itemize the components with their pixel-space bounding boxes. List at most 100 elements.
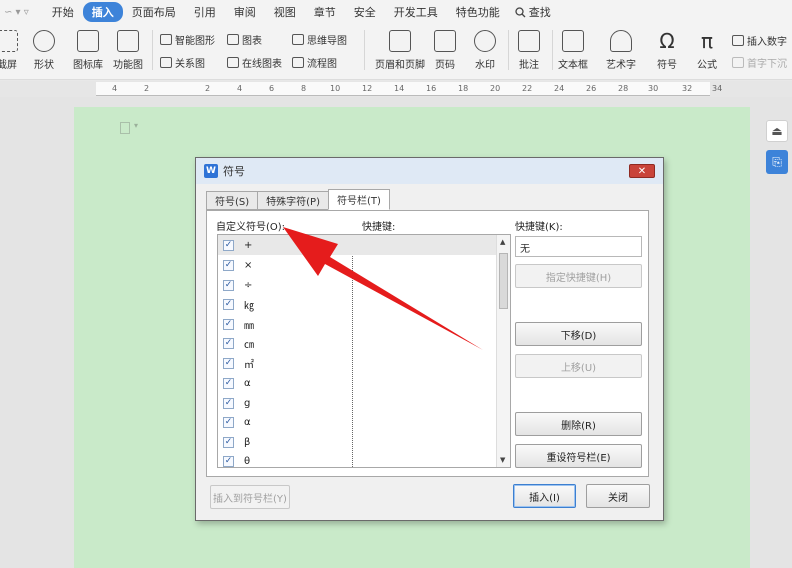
ruler-tick: 22 xyxy=(522,84,533,93)
menu-features[interactable]: 特色功能 xyxy=(447,4,509,20)
ruler-tick: 12 xyxy=(362,84,373,93)
menu-page-layout[interactable]: 页面布局 xyxy=(123,4,185,20)
shortcut-column-label: 快捷键: xyxy=(362,222,396,233)
list-item[interactable]: ✓ ㎜ xyxy=(218,314,497,334)
icon-library-button[interactable]: 图标库 xyxy=(73,30,103,71)
comment-button[interactable]: 批注 xyxy=(518,30,540,71)
shapes-icon xyxy=(33,30,55,52)
shortcut-field-label: 快捷键(K): xyxy=(515,222,563,233)
formula-button[interactable]: π 公式 xyxy=(696,30,718,71)
checkbox[interactable]: ✓ xyxy=(223,279,234,291)
list-item[interactable]: ✓ + xyxy=(218,235,497,255)
ruler-tick: 8 xyxy=(301,84,307,93)
menu-review[interactable]: 审阅 xyxy=(225,4,265,20)
insert-button[interactable]: 插入(I) xyxy=(513,484,576,508)
list-item[interactable]: ✓ ㎡ xyxy=(218,353,497,373)
ruler-tick: 18 xyxy=(458,84,469,93)
list-item[interactable]: ✓ ÷ xyxy=(218,275,497,295)
custom-symbols-list[interactable]: ✓ + ✓ × ✓ ÷ ✓ ㎏ ✓ ㎜ ✓ ㎝ ✓ ㎡ ✓ α ✓ g ✓ α ✓ β ✓ θ ▲ ▼ xyxy=(217,234,511,468)
checkbox[interactable]: ✓ xyxy=(223,436,234,448)
chevron-down-icon[interactable]: ▾ xyxy=(134,121,138,130)
menu-security[interactable]: 安全 xyxy=(345,4,385,20)
checkbox[interactable]: ✓ xyxy=(223,298,234,310)
list-item[interactable]: ✓ θ xyxy=(218,451,497,467)
dropcap-button[interactable]: 首字下沉 xyxy=(732,55,787,70)
reset-symbol-bar-button[interactable]: 重设符号栏(E) xyxy=(515,444,642,468)
list-item[interactable]: ✓ α xyxy=(218,373,497,393)
textbox-icon xyxy=(562,30,584,52)
watermark-button[interactable]: 水印 xyxy=(474,30,496,71)
checkbox[interactable]: ✓ xyxy=(223,337,234,349)
flowchart-button[interactable]: 流程图 xyxy=(292,55,337,70)
wordart-icon xyxy=(610,30,632,52)
shortcut-key-field[interactable]: 无 xyxy=(515,236,642,257)
horizontal-ruler[interactable]: 4 2 2 4 6 8 10 12 14 16 18 20 22 24 26 2… xyxy=(0,81,792,97)
menu-bar: ∽ ▾ ▿ 开始 插入 页面布局 引用 审阅 视图 章节 安全 开发工具 特色功… xyxy=(0,0,792,24)
move-up-button[interactable]: 上移(U) xyxy=(515,354,642,378)
checkbox[interactable]: ✓ xyxy=(223,397,234,409)
page-number-button[interactable]: 页码 xyxy=(434,30,456,71)
dialog-titlebar[interactable]: W 符号 ✕ xyxy=(196,158,663,184)
symbol-button[interactable]: Ω 符号 xyxy=(656,30,678,71)
close-button[interactable]: 关闭 xyxy=(586,484,650,508)
dialog-tabs: 符号(S) 特殊字符(P) 符号栏(T) xyxy=(206,189,390,210)
collapse-icon[interactable]: ⏏ xyxy=(766,120,788,142)
scroll-up-icon[interactable]: ▲ xyxy=(500,238,505,246)
chart-button[interactable]: 图表 xyxy=(227,32,262,47)
flowchart-icon xyxy=(292,57,304,68)
tab-special-chars[interactable]: 特殊字符(P) xyxy=(257,191,329,210)
checkbox[interactable]: ✓ xyxy=(223,357,234,369)
online-chart-button[interactable]: 在线图表 xyxy=(227,55,282,70)
checkbox[interactable]: ✓ xyxy=(223,416,234,428)
ribbon-divider xyxy=(552,30,553,70)
ruler-tick: 14 xyxy=(394,84,405,93)
checkbox[interactable]: ✓ xyxy=(223,318,234,330)
menu-developer[interactable]: 开发工具 xyxy=(385,4,447,20)
search-box[interactable]: 查找 xyxy=(509,4,551,20)
menu-insert[interactable]: 插入 xyxy=(82,2,123,22)
list-item[interactable]: ✓ × xyxy=(218,255,497,275)
checkbox[interactable]: ✓ xyxy=(223,239,234,251)
ruler-tick: 30 xyxy=(648,84,659,93)
insert-number-button[interactable]: 插入数字 xyxy=(732,33,787,48)
checkbox[interactable]: ✓ xyxy=(223,259,234,271)
scroll-down-icon[interactable]: ▼ xyxy=(500,456,505,464)
screenshot-button[interactable]: 截屏 xyxy=(0,30,18,71)
checkbox[interactable]: ✓ xyxy=(223,455,234,467)
header-footer-button[interactable]: 页眉和页脚 xyxy=(375,30,425,71)
relation-chart-button[interactable]: 关系图 xyxy=(160,55,205,70)
list-item[interactable]: ✓ g xyxy=(218,393,497,413)
insert-to-bar-button[interactable]: 插入到符号栏(Y) xyxy=(210,485,290,509)
list-item[interactable]: ✓ β xyxy=(218,432,497,452)
menu-reference[interactable]: 引用 xyxy=(185,4,225,20)
ruler-tick: 26 xyxy=(586,84,597,93)
list-item[interactable]: ✓ ㎝ xyxy=(218,333,497,353)
textbox-button[interactable]: 文本框 xyxy=(558,30,588,71)
paragraph-layout-icon[interactable] xyxy=(120,122,130,134)
scrollbar-thumb[interactable] xyxy=(499,253,508,309)
list-item[interactable]: ✓ α xyxy=(218,412,497,432)
checkbox[interactable]: ✓ xyxy=(223,377,234,389)
shapes-button[interactable]: 形状 xyxy=(33,30,55,71)
assign-shortcut-button[interactable]: 指定快捷键(H) xyxy=(515,264,642,288)
ruler-tick: 4 xyxy=(237,84,243,93)
menu-view[interactable]: 视图 xyxy=(265,4,305,20)
list-item[interactable]: ✓ ㎏ xyxy=(218,294,497,314)
function-chart-button[interactable]: 功能图 xyxy=(113,30,143,71)
smart-shape-button[interactable]: 智能图形 xyxy=(160,32,215,47)
list-scrollbar[interactable]: ▲ ▼ xyxy=(496,235,510,467)
symbol-bar-panel: 自定义符号(O): 快捷键: 快捷键(K): ✓ + ✓ × ✓ ÷ ✓ ㎏ ✓ ㎜ ✓ ㎝… xyxy=(206,210,649,477)
ribbon-divider xyxy=(508,30,509,70)
menu-chapter[interactable]: 章节 xyxy=(305,4,345,20)
tab-symbols[interactable]: 符号(S) xyxy=(206,191,259,210)
delete-button[interactable]: 删除(R) xyxy=(515,412,642,436)
wps-logo-icon: W xyxy=(204,164,218,178)
sidebar-panel-icon[interactable]: ⎘ xyxy=(766,150,788,174)
wordart-button[interactable]: 艺术字 xyxy=(606,30,636,71)
tab-symbol-bar[interactable]: 符号栏(T) xyxy=(328,189,390,210)
close-icon[interactable]: ✕ xyxy=(629,164,655,178)
menu-start[interactable]: 开始 xyxy=(43,4,83,20)
move-down-button[interactable]: 下移(D) xyxy=(515,322,642,346)
quick-access-toolbar[interactable]: ∽ ▾ ▿ xyxy=(4,7,29,18)
mindmap-button[interactable]: 思维导图 xyxy=(292,32,347,47)
